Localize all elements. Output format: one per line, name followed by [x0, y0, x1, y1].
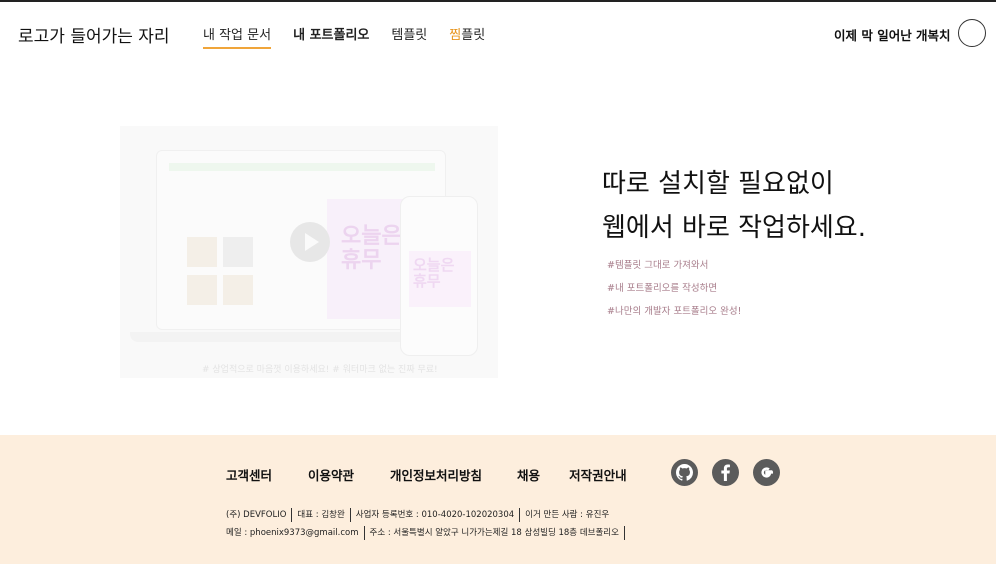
template-thumb	[187, 237, 217, 267]
footer-link-support[interactable]: 고객센터	[226, 465, 272, 484]
creator: 이거 만든 사람 : 유진우	[525, 510, 610, 520]
company-name: (주) DEVFOLIO	[226, 508, 293, 522]
header: 로고가 들어가는 자리 내 작업 문서 내 포트폴리오 템플릿 찜플릿 이제 막…	[0, 2, 996, 62]
hero-title: 따로 설치할 필요없이 웹에서 바로 작업하세요.	[602, 162, 866, 250]
editor-toolbar	[169, 163, 435, 171]
nav-my-documents[interactable]: 내 작업 문서	[203, 24, 272, 49]
hero-title-line-2: 웹에서 바로 작업하세요.	[602, 213, 866, 243]
logo[interactable]: 로고가 들어가는 자리	[18, 22, 170, 47]
nav-favorite-templates[interactable]: 찜플릿	[449, 24, 485, 49]
poster-text: 오늘은 휴무	[341, 224, 402, 273]
nav-favorite-accent: 찜	[449, 28, 462, 43]
footer-link-copyright[interactable]: 저작권안내	[569, 465, 627, 484]
template-thumb	[187, 275, 217, 305]
hero-title-line-1: 따로 설치할 필요없이	[602, 169, 834, 199]
media-caption: # 상업적으로 마음껏 이용하세요! # 워터마크 없는 진짜 무료!	[202, 365, 438, 375]
company-info-line-2: 메일 : phoenix9373@gmail.com 주소 : 서울특별시 알았…	[226, 526, 630, 540]
google-icon[interactable]	[753, 459, 780, 486]
template-thumb	[223, 237, 253, 267]
avatar[interactable]	[958, 19, 986, 47]
company-info-line-1: (주) DEVFOLIO 대표 : 김창완 사업자 등록번호 : 010-402…	[226, 508, 619, 522]
company-address: 주소 : 서울특별시 알았구 니가가는제길 18 삼성빌딩 18층 데브폴리오	[370, 526, 625, 540]
hero-tag: #나만의 개발자 포트폴리오 완성!	[607, 306, 742, 317]
nav-favorite-label: 플릿	[461, 28, 486, 43]
hero-preview-video: 오늘은 휴무 오늘은 휴무 # 상업적으로 마음껏 이용하세요! # 워터마크 …	[120, 126, 498, 378]
user-name[interactable]: 이제 막 일어난 개복치	[834, 25, 951, 44]
footer-links: 고객센터 이용약관 개인정보처리방침 채용 저작권안내	[226, 465, 627, 484]
nav-templates[interactable]: 템플릿	[391, 24, 427, 49]
phone-mockup: 오늘은 휴무	[400, 196, 478, 356]
phone-poster-text: 오늘은 휴무	[413, 256, 455, 290]
template-thumb	[223, 275, 253, 305]
main-nav: 내 작업 문서 내 포트폴리오 템플릿 찜플릿	[203, 24, 507, 49]
footer-link-privacy[interactable]: 개인정보처리방침	[390, 465, 482, 484]
github-glyph	[676, 464, 693, 481]
footer-link-careers[interactable]: 채용	[517, 465, 540, 484]
footer-link-terms[interactable]: 이용약관	[308, 465, 354, 484]
footer: 고객센터 이용약관 개인정보처리방침 채용 저작권안내 (주) DEVFOLIO…	[0, 435, 996, 564]
hero-tag: #내 포트폴리오를 작성하면	[607, 283, 718, 294]
github-icon[interactable]	[671, 459, 698, 486]
facebook-icon[interactable]	[712, 459, 739, 486]
company-email: 메일 : phoenix9373@gmail.com	[226, 526, 365, 540]
hero-tags: #템플릿 그대로 가져와서 #내 포트폴리오를 작성하면 #나만의 개발자 포트…	[607, 254, 741, 323]
google-glyph	[761, 467, 774, 478]
hero-tag: #템플릿 그대로 가져와서	[607, 260, 709, 271]
business-number: 사업자 등록번호 : 010-4020-102020304	[356, 508, 521, 522]
play-button[interactable]	[290, 222, 330, 262]
company-ceo: 대표 : 김창완	[297, 508, 351, 522]
nav-my-portfolio[interactable]: 내 포트폴리오	[293, 24, 369, 49]
facebook-glyph	[721, 464, 730, 481]
